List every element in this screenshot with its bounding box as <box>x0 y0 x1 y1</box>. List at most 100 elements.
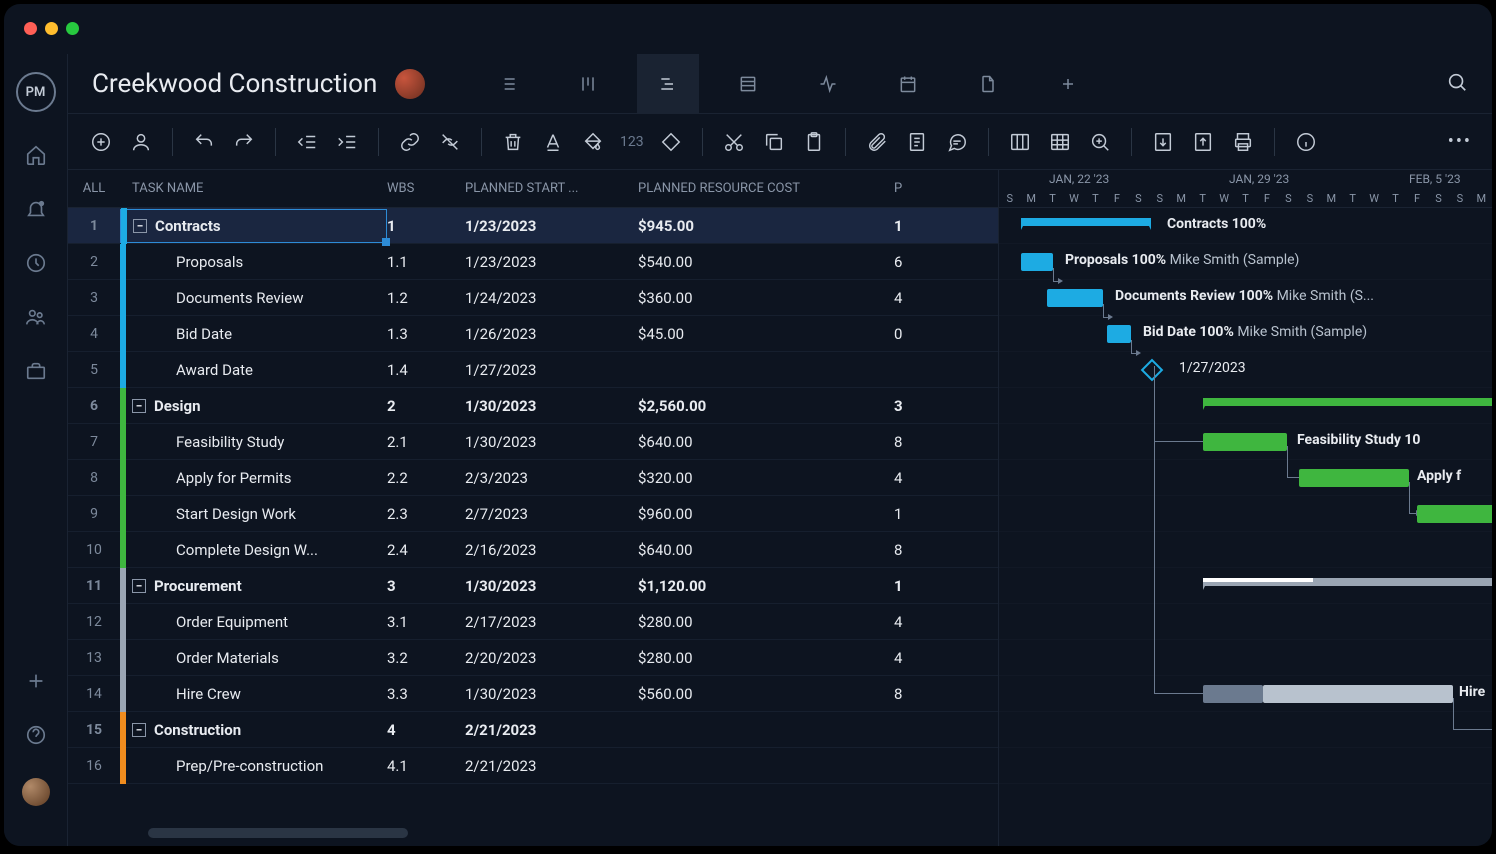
collapse-icon[interactable]: − <box>132 399 146 413</box>
clock-icon[interactable] <box>25 252 47 274</box>
cost-cell[interactable]: $640.00 <box>638 433 894 451</box>
task-row[interactable]: 4Bid Date1.31/26/2023$45.000 <box>68 316 998 352</box>
wbs-cell[interactable]: 2.2 <box>387 469 465 487</box>
minimize-icon[interactable] <box>45 22 58 35</box>
cost-cell[interactable]: $540.00 <box>638 253 894 271</box>
close-icon[interactable] <box>24 22 37 35</box>
wbs-cell[interactable]: 2.4 <box>387 541 465 559</box>
collapse-icon[interactable]: − <box>132 579 146 593</box>
start-cell[interactable]: 2/20/2023 <box>465 649 638 667</box>
task-name-cell[interactable]: −Construction <box>120 712 387 748</box>
wbs-cell[interactable]: 4 <box>387 721 465 739</box>
p-cell[interactable]: 4 <box>894 649 934 667</box>
task-name-cell[interactable]: Feasibility Study <box>120 424 387 460</box>
task-row[interactable]: 12Order Equipment3.12/17/2023$280.004 <box>68 604 998 640</box>
task-name-cell[interactable]: Documents Review <box>120 280 387 316</box>
task-name-cell[interactable]: Order Equipment <box>120 604 387 640</box>
p-cell[interactable]: 4 <box>894 289 934 307</box>
task-row[interactable]: 5Award Date1.41/27/2023 <box>68 352 998 388</box>
cost-cell[interactable]: $1,120.00 <box>638 577 894 595</box>
task-row[interactable]: 2Proposals1.11/23/2023$540.006 <box>68 244 998 280</box>
start-cell[interactable]: 2/17/2023 <box>465 613 638 631</box>
p-cell[interactable]: 8 <box>894 541 934 559</box>
help-icon[interactable] <box>25 724 47 746</box>
undo-icon[interactable] <box>191 129 217 155</box>
wbs-cell[interactable]: 3 <box>387 577 465 595</box>
gantt-bar-bid[interactable] <box>1107 325 1131 343</box>
wbs-cell[interactable]: 2 <box>387 397 465 415</box>
task-row[interactable]: 16Prep/Pre-construction4.12/21/2023 <box>68 748 998 784</box>
task-name-cell[interactable]: Prep/Pre-construction <box>120 748 387 784</box>
outdent-icon[interactable] <box>294 129 320 155</box>
number-format[interactable]: 123 <box>620 134 644 150</box>
task-row[interactable]: 6−Design21/30/2023$2,560.003 <box>68 388 998 424</box>
col-planned-start[interactable]: PLANNED START ... <box>465 181 638 196</box>
comment-icon[interactable] <box>944 129 970 155</box>
p-cell[interactable]: 3 <box>894 397 934 415</box>
diamond-icon[interactable] <box>658 129 684 155</box>
scrollbar[interactable] <box>148 828 408 838</box>
notes-icon[interactable] <box>904 129 930 155</box>
view-activity-icon[interactable] <box>797 54 859 114</box>
task-row[interactable]: 15−Construction42/21/2023 <box>68 712 998 748</box>
p-cell[interactable]: 1 <box>894 505 934 523</box>
wbs-cell[interactable]: 2.3 <box>387 505 465 523</box>
start-cell[interactable]: 2/21/2023 <box>465 757 638 775</box>
wbs-cell[interactable]: 3.2 <box>387 649 465 667</box>
cut-icon[interactable] <box>721 129 747 155</box>
start-cell[interactable]: 1/30/2023 <box>465 397 638 415</box>
wbs-cell[interactable]: 3.1 <box>387 613 465 631</box>
p-cell[interactable]: 1 <box>894 217 934 235</box>
task-name-cell[interactable]: −Contracts <box>120 209 387 243</box>
col-p[interactable]: P <box>894 181 934 196</box>
p-cell[interactable]: 6 <box>894 253 934 271</box>
view-calendar-icon[interactable] <box>877 54 939 114</box>
p-cell[interactable]: 4 <box>894 613 934 631</box>
cost-cell[interactable]: $360.00 <box>638 289 894 307</box>
copy-icon[interactable] <box>761 129 787 155</box>
plus-icon[interactable] <box>25 670 47 692</box>
gantt-bar-documents[interactable] <box>1047 289 1103 307</box>
p-cell[interactable]: 8 <box>894 685 934 703</box>
task-name-cell[interactable]: Complete Design W... <box>120 532 387 568</box>
task-name-cell[interactable]: Apply for Permits <box>120 460 387 496</box>
maximize-icon[interactable] <box>66 22 79 35</box>
cost-cell[interactable]: $640.00 <box>638 541 894 559</box>
team-icon[interactable] <box>25 306 47 328</box>
print-icon[interactable] <box>1230 129 1256 155</box>
cost-cell[interactable]: $2,560.00 <box>638 397 894 415</box>
task-row[interactable]: 8Apply for Permits2.22/3/2023$320.004 <box>68 460 998 496</box>
task-name-cell[interactable]: Order Materials <box>120 640 387 676</box>
app-logo[interactable]: PM <box>16 72 56 112</box>
view-sheet-icon[interactable] <box>717 54 779 114</box>
gantt-bar-design[interactable] <box>1203 398 1492 406</box>
wbs-cell[interactable]: 4.1 <box>387 757 465 775</box>
wbs-cell[interactable]: 1.4 <box>387 361 465 379</box>
p-cell[interactable]: 0 <box>894 325 934 343</box>
view-list-icon[interactable] <box>477 54 539 114</box>
gantt-bar-proposals[interactable] <box>1021 253 1053 271</box>
start-cell[interactable]: 1/30/2023 <box>465 577 638 595</box>
p-cell[interactable]: 8 <box>894 433 934 451</box>
gantt-body[interactable]: Contracts 100% Proposals 100% Mike Smith… <box>999 208 1492 784</box>
col-all[interactable]: ALL <box>68 181 120 196</box>
info-icon[interactable] <box>1293 129 1319 155</box>
window-controls[interactable] <box>24 22 79 35</box>
redo-icon[interactable] <box>231 129 257 155</box>
task-name-cell[interactable]: Bid Date <box>120 316 387 352</box>
gantt-bar-hire-done[interactable] <box>1203 685 1263 703</box>
cost-cell[interactable]: $960.00 <box>638 505 894 523</box>
wbs-cell[interactable]: 1.2 <box>387 289 465 307</box>
project-avatar[interactable] <box>395 69 425 99</box>
start-cell[interactable]: 1/24/2023 <box>465 289 638 307</box>
wbs-cell[interactable]: 1.3 <box>387 325 465 343</box>
zoom-icon[interactable] <box>1087 129 1113 155</box>
add-task-icon[interactable] <box>88 129 114 155</box>
start-cell[interactable]: 2/3/2023 <box>465 469 638 487</box>
gantt-bar-hire[interactable] <box>1263 685 1453 703</box>
p-cell[interactable]: 4 <box>894 469 934 487</box>
task-name-cell[interactable]: Hire Crew <box>120 676 387 712</box>
wbs-cell[interactable]: 1.1 <box>387 253 465 271</box>
task-row[interactable]: 1−Contracts11/23/2023$945.001 <box>68 208 998 244</box>
gantt-bar-contracts[interactable] <box>1021 218 1151 226</box>
